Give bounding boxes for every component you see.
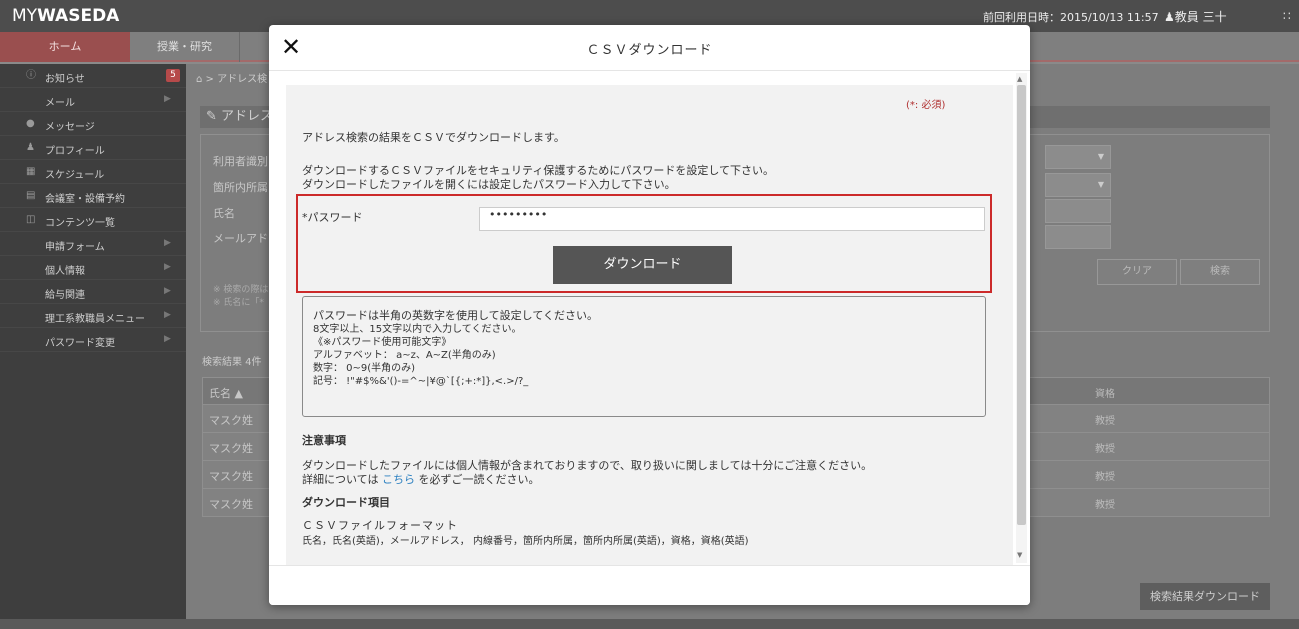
download-button[interactable]: ダウンロード <box>553 246 732 284</box>
csv-format-title: ＣＳＶファイルフォーマット <box>302 519 458 532</box>
details-link[interactable]: こちら <box>382 473 415 486</box>
sidebar-item-notices[interactable]: ⓘ お知らせ 5 <box>0 64 186 88</box>
field-label: 箇所内所属 <box>213 181 268 194</box>
rule-line: 《※パスワード使用可能文字》 <box>313 337 452 348</box>
dialog-header: ✕ ＣＳＶダウンロード <box>269 25 1030 71</box>
sidebar-item-science-staff-menu[interactable]: 理工系教職員メニュー ▶ <box>0 304 186 328</box>
user-menu[interactable]: ♟教員 三十 <box>1164 8 1227 25</box>
search-note: ※ 検索の際は <box>213 285 269 295</box>
chevron-right-icon: ▶ <box>164 286 171 296</box>
sidebar-item-room-reservation[interactable]: ▤ 会議室・設備予約 <box>0 184 186 208</box>
field-label: 氏名 <box>213 207 235 220</box>
rule-line: 8文字以上、15文字以内で入力してください。 <box>313 324 522 335</box>
sidebar-item-personal-info[interactable]: 個人情報 ▶ <box>0 256 186 280</box>
clear-button[interactable]: クリア <box>1097 259 1177 285</box>
required-note: (*: 必須) <box>906 100 946 111</box>
sort-by-name-header[interactable]: 氏名 ▲ <box>209 385 243 401</box>
notice-heading: 注意事項 <box>302 434 346 447</box>
chevron-right-icon: ▶ <box>164 334 171 344</box>
logo[interactable]: MYWASEDA <box>12 6 119 26</box>
field-label: メールアド <box>213 232 268 245</box>
select-field[interactable]: ▼ <box>1045 173 1111 197</box>
sidebar-item-change-password[interactable]: パスワード変更 ▶ <box>0 328 186 352</box>
pencil-icon: ✎ <box>206 109 217 124</box>
result-count: 検索結果 4件 <box>202 357 262 368</box>
rule-line: アルファベット： a~z、A~Z(半角のみ) <box>313 350 496 361</box>
sidebar-item-profile[interactable]: ♟ プロフィール <box>0 136 186 160</box>
last-login-time: 前回利用日時：2015/10/13 11:57 <box>983 11 1159 24</box>
scroll-thumb[interactable] <box>1017 85 1026 525</box>
nav-classes[interactable]: 授業・研究 <box>130 32 240 62</box>
download-items-heading: ダウンロード項目 <box>302 496 390 509</box>
rule-line: 記号： !"#$%&'()-=^~|¥@`[{;+:*]},<.>/?_ <box>313 376 529 387</box>
rule-line: 数字： 0~9(半角のみ) <box>313 363 416 374</box>
intro-text: アドレス検索の結果をＣＳＶでダウンロードします。 <box>302 131 565 144</box>
chevron-down-icon: ▼ <box>1097 152 1104 161</box>
calendar-icon: ▦ <box>26 166 36 177</box>
csv-format-fields: 氏名，氏名(英語)，メールアドレス， 内線番号，箇所内所属，箇所内所属(英語)，… <box>302 536 749 547</box>
sidebar-item-application-form[interactable]: 申請フォーム ▶ <box>0 232 186 256</box>
field-label: 利用者識別 <box>213 155 268 168</box>
csv-download-dialog: ✕ ＣＳＶダウンロード (*: 必須) アドレス検索の結果をＣＳＶでダウンロード… <box>269 25 1030 605</box>
text-field[interactable] <box>1045 199 1111 223</box>
person-icon: ♟ <box>26 142 35 153</box>
chevron-right-icon: ▶ <box>164 310 171 320</box>
nav-home[interactable]: ホーム <box>0 32 130 62</box>
sidebar-item-contents[interactable]: ◫ コンテンツ一覧 <box>0 208 186 232</box>
footer-strip <box>0 619 1299 629</box>
dialog-body: (*: 必須) アドレス検索の結果をＣＳＶでダウンロードします。 ダウンロードす… <box>286 85 1013 565</box>
dialog-footer <box>269 565 1030 605</box>
chevron-right-icon: ▶ <box>164 94 171 104</box>
scroll-down-icon[interactable]: ▼ <box>1017 551 1022 559</box>
search-note: ※ 氏名に「* <box>213 298 264 308</box>
room-icon: ▤ <box>26 190 36 201</box>
sidebar-item-messages[interactable]: ● メッセージ <box>0 112 186 136</box>
chat-icon: ● <box>26 118 35 129</box>
chevron-right-icon: ▶ <box>164 238 171 248</box>
scroll-up-icon[interactable]: ▲ <box>1017 75 1022 83</box>
download-results-button[interactable]: 検索結果ダウンロード <box>1140 583 1270 610</box>
apps-grid-icon[interactable]: ∷ <box>1283 9 1291 23</box>
sidebar-item-schedule[interactable]: ▦ スケジュール <box>0 160 186 184</box>
notice-count-badge: 5 <box>166 69 180 82</box>
sidebar: ⓘ お知らせ 5 メール ▶ ● メッセージ ♟ プロフィール ▦ スケジュール ▤ 会議室・… <box>0 64 186 629</box>
dialog-scrollbar[interactable]: ▲ ▼ <box>1016 73 1027 563</box>
info-icon: ⓘ <box>26 70 36 81</box>
person-icon: ♟ <box>1164 10 1175 24</box>
select-field[interactable]: ▼ <box>1045 145 1111 169</box>
password-field[interactable]: ••••••••• <box>479 207 985 231</box>
dialog-title: ＣＳＶダウンロード <box>586 43 713 58</box>
contents-icon: ◫ <box>26 214 36 225</box>
rule-line: パスワードは半角の英数字を使用して設定してください。 <box>313 309 599 322</box>
search-button[interactable]: 検索 <box>1180 259 1260 285</box>
notice-text: 詳細については こちら を必ずご一読ください。 <box>302 473 540 486</box>
text-field[interactable] <box>1045 225 1111 249</box>
chevron-right-icon: ▶ <box>164 262 171 272</box>
password-label: *パスワード <box>302 211 363 224</box>
chevron-down-icon: ▼ <box>1097 180 1104 189</box>
sidebar-item-salary[interactable]: 給与関連 ▶ <box>0 280 186 304</box>
password-instruction: ダウンロードしたファイルを開くには設定したパスワード入力して下さい。 <box>302 178 676 191</box>
home-icon[interactable]: ⌂ <box>196 74 202 85</box>
password-rules: パスワードは半角の英数字を使用して設定してください。 8文字以上、15文字以内で… <box>302 296 986 417</box>
sidebar-item-mail[interactable]: メール ▶ <box>0 88 186 112</box>
breadcrumb: ⌂ > アドレス検 <box>196 74 268 85</box>
